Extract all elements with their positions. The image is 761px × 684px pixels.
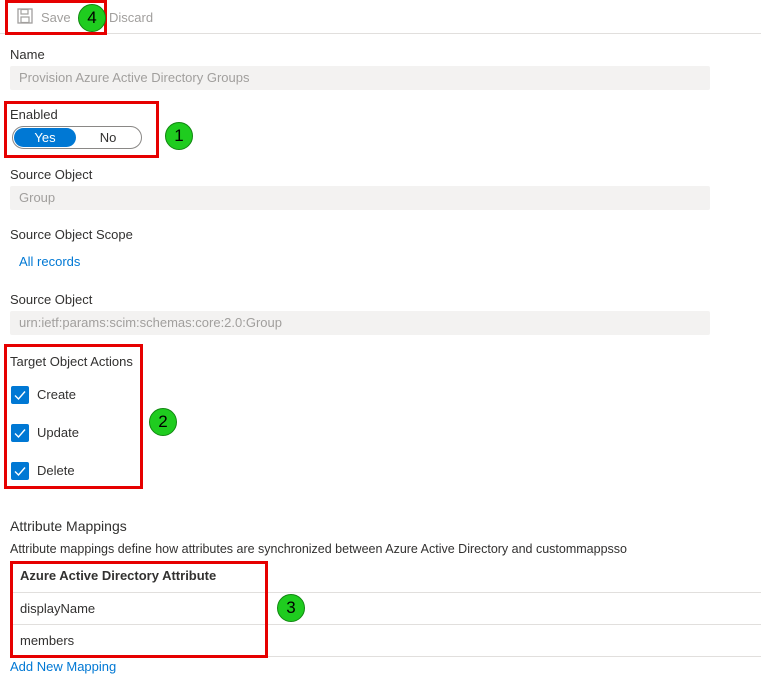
- all-records-link[interactable]: All records: [19, 254, 80, 269]
- target-object-field[interactable]: urn:ietf:params:scim:schemas:core:2.0:Gr…: [10, 311, 710, 335]
- annotation-box-3: [10, 561, 268, 658]
- source-scope-label: Source Object Scope: [10, 227, 133, 242]
- annotation-box-1: [4, 101, 159, 158]
- source-object-label: Source Object: [10, 167, 93, 182]
- name-label: Name: [10, 47, 45, 62]
- annotation-badge-1: 1: [165, 122, 193, 150]
- attribute-mappings-title: Attribute Mappings: [10, 518, 127, 534]
- annotation-badge-3: 3: [277, 594, 305, 622]
- source-object-field[interactable]: Group: [10, 186, 710, 210]
- attribute-mappings-description: Attribute mappings define how attributes…: [10, 542, 627, 556]
- target-object-label: Source Object: [10, 292, 93, 307]
- add-new-mapping-link[interactable]: Add New Mapping: [10, 659, 116, 674]
- annotation-badge-4: 4: [78, 4, 106, 32]
- annotation-badge-2: 2: [149, 408, 177, 436]
- annotation-box-2: [4, 344, 143, 489]
- toolbar-divider: [0, 33, 761, 34]
- discard-button[interactable]: Discard: [109, 10, 153, 25]
- name-field[interactable]: Provision Azure Active Directory Groups: [10, 66, 710, 90]
